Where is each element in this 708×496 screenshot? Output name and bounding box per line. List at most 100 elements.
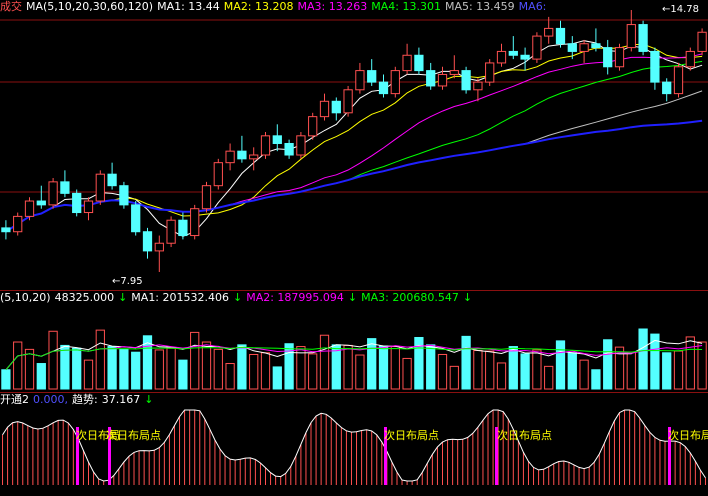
- volume-params: (5,10,20): [0, 291, 51, 304]
- low-price-label: ←7.95: [112, 276, 143, 287]
- volume-bar: [166, 347, 176, 390]
- volume-panel[interactable]: (5,10,20) 48325.000 ↓ MA1: 201532.406 ↓ MA2: …: [0, 291, 708, 393]
- candle-body: [201, 185, 212, 210]
- candle-body: [343, 89, 353, 114]
- indicator-line: [2, 409, 706, 482]
- indicator-header: 开通2 0.000, 趋势: 37.167 ↓: [0, 393, 157, 407]
- signal-label-4: 次日布局点: [497, 429, 552, 442]
- trend-value: 37.167: [101, 393, 141, 406]
- candle-body: [603, 47, 613, 68]
- candle-body: [461, 70, 471, 91]
- ma30-line: [5, 60, 703, 233]
- volume-bar: [508, 346, 518, 390]
- price-panel[interactable]: 成交 MA(5,10,20,30,60,120) MA1: 13.44 MA2: 13…: [0, 0, 708, 291]
- volume-arrow-4: ↓: [462, 291, 473, 304]
- volume-bar: [603, 339, 613, 390]
- candle-body: [685, 50, 695, 68]
- volume-ma1: MA1: 201532.406: [131, 291, 229, 304]
- high-price-label: ←14.78: [662, 4, 700, 15]
- candle-body: [284, 142, 294, 156]
- volume-bar: [119, 348, 129, 390]
- volume-bar: [131, 351, 141, 390]
- indicator-value: 0.000,: [33, 393, 68, 406]
- candle-body: [190, 208, 200, 237]
- volume-bar: [685, 336, 695, 390]
- volume-bar: [437, 353, 448, 390]
- candle-body: [60, 181, 70, 194]
- volume-bar: [60, 344, 70, 390]
- price-header: 成交 MA(5,10,20,30,60,120) MA1: 13.44 MA2: 13…: [0, 0, 550, 14]
- volume-bar: [496, 362, 507, 390]
- volume-bar: [249, 353, 259, 390]
- volume-arrow-2: ↓: [233, 291, 243, 304]
- volume-bar: [260, 352, 271, 390]
- candle-body: [72, 192, 82, 214]
- ma10-line: [5, 43, 703, 233]
- volume-bar: [331, 344, 341, 390]
- candle-body: [591, 43, 601, 49]
- candle-body: [485, 62, 495, 83]
- volume-bar: [72, 347, 82, 390]
- volume-bar: [1, 369, 11, 390]
- candle-body: [1, 227, 11, 233]
- volume-bar: [319, 334, 330, 390]
- trend-label: 趋势:: [72, 393, 98, 406]
- signal-label-3: 次日布局点: [384, 429, 439, 442]
- volume-bar: [473, 350, 483, 390]
- volume-ma2: MA2: 187995.094: [246, 291, 344, 304]
- candle-body: [178, 219, 188, 237]
- candle-body: [614, 47, 625, 68]
- volume-bar: [555, 340, 566, 390]
- candle-body: [213, 162, 223, 187]
- candle-body: [24, 200, 35, 217]
- candle-body: [449, 70, 459, 75]
- candle-body: [520, 54, 530, 60]
- volume-bar: [485, 350, 495, 390]
- ma20-line: [5, 53, 703, 233]
- candlestick-chart[interactable]: [0, 0, 708, 291]
- ma-params: MA(5,10,20,30,60,120): [26, 0, 154, 13]
- volume-bar: [178, 359, 188, 390]
- volume-bar: [673, 350, 684, 390]
- volume-header: (5,10,20) 48325.000 ↓ MA1: 201532.406 ↓ MA2: …: [0, 291, 476, 305]
- candle-body: [555, 27, 566, 45]
- candle-body: [638, 24, 648, 52]
- candle-body: [36, 200, 46, 206]
- volume-bar: [591, 369, 601, 390]
- volume-ma3: MA3: 200680.547: [361, 291, 459, 304]
- indicator-chart[interactable]: [0, 393, 708, 496]
- candle-body: [378, 81, 389, 95]
- volume-bar: [154, 349, 164, 390]
- candle-body: [544, 27, 554, 37]
- candle-body: [532, 35, 542, 60]
- ma5-line: [5, 40, 703, 237]
- candle-body: [131, 204, 141, 233]
- high-price-value: 14.78: [670, 4, 700, 15]
- candle-body: [142, 231, 153, 252]
- volume-bar: [95, 329, 105, 390]
- candle-body: [48, 181, 58, 206]
- volume-bar: [567, 352, 577, 390]
- volume-chart[interactable]: [0, 291, 708, 393]
- indicator-name: 开通2: [0, 393, 29, 406]
- candle-body: [331, 100, 341, 114]
- candle-body: [579, 43, 589, 52]
- ma5-value: MA5: 13.459: [444, 0, 515, 13]
- volume-bar: [24, 348, 35, 390]
- low-price-value: 7.95: [120, 276, 143, 287]
- candle-body: [225, 150, 235, 164]
- candle-body: [296, 135, 306, 156]
- volume-bar: [355, 354, 365, 390]
- ma2-value: MA2: 13.208: [223, 0, 294, 13]
- candle-body: [496, 50, 507, 64]
- volume-bar: [237, 344, 247, 390]
- candle-body: [402, 54, 412, 72]
- volume-bar: [461, 335, 471, 390]
- volume-arrow-1: ↓: [118, 291, 128, 304]
- candle-body: [308, 116, 318, 137]
- candle-body: [508, 50, 518, 56]
- indicator-panel[interactable]: 开通2 0.000, 趋势: 37.167 ↓ 次日布局 次日布局点 次日布局点 次日布…: [0, 393, 708, 496]
- candle-body: [119, 185, 129, 206]
- volume-arrow-3: ↓: [347, 291, 358, 304]
- volume-bar: [367, 338, 377, 390]
